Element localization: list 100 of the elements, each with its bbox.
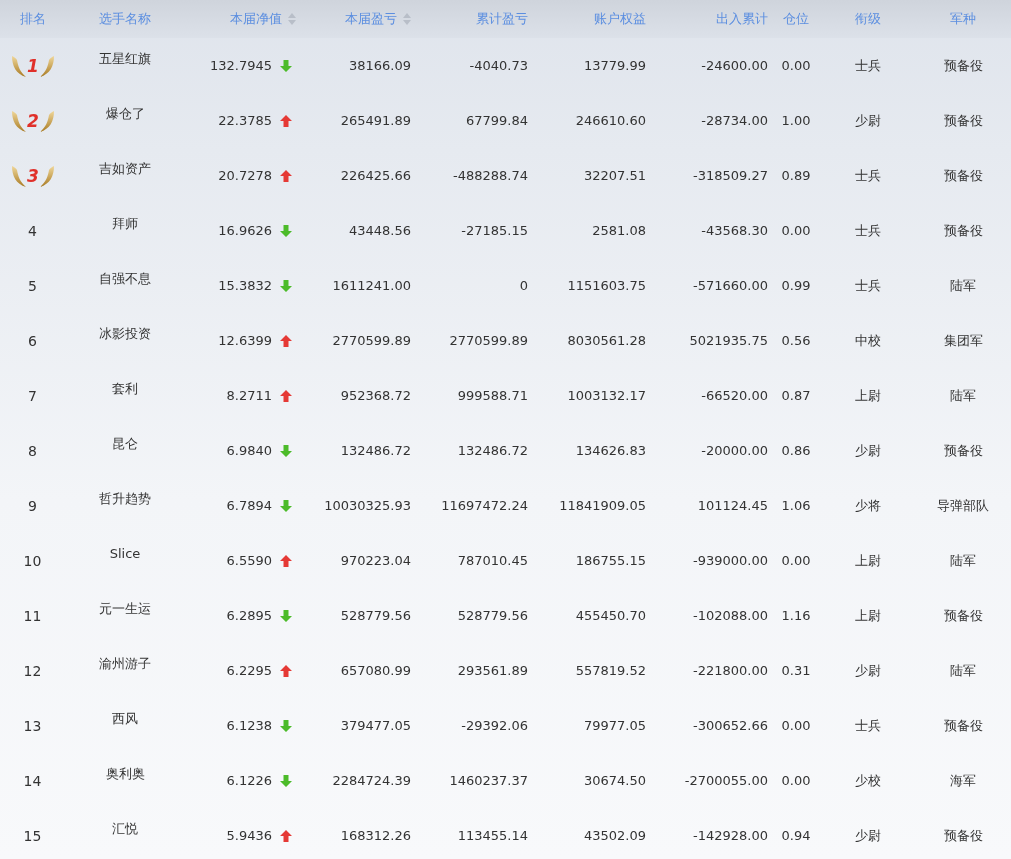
down-arrow-icon [280, 609, 292, 622]
sort-icon[interactable] [403, 13, 411, 25]
service-branch: 预备役 [943, 826, 983, 845]
cumulative-profit: -29392.06 [461, 718, 528, 733]
period-profit: 168312.26 [340, 828, 411, 843]
player-name[interactable]: 昆仑 [112, 434, 138, 453]
service-branch: 预备役 [943, 166, 983, 185]
net-value: 22.3785 [218, 113, 272, 128]
period-profit: 10030325.93 [324, 498, 411, 513]
cumulative-profit: -488288.74 [453, 168, 528, 183]
up-arrow-icon [280, 334, 292, 347]
rank-title: 少尉 [854, 661, 881, 680]
laurel-rank-badge: 1 [9, 51, 56, 80]
period-profit: 265491.89 [340, 113, 411, 128]
position-ratio: 0.00 [781, 773, 811, 788]
net-flow: -939000.00 [693, 553, 768, 568]
cumulative-profit: 132486.72 [457, 443, 528, 458]
laurel-rank-badge: 2 [9, 106, 56, 135]
service-branch: 预备役 [943, 716, 983, 735]
net-flow: 5021935.75 [689, 333, 768, 348]
account-equity: 1003132.17 [567, 388, 646, 403]
service-branch: 预备役 [943, 111, 983, 130]
rank-number: 6 [28, 332, 37, 349]
account-equity: 1151603.75 [567, 278, 646, 293]
cumulative-profit: -4040.73 [469, 58, 528, 73]
net-value: 15.3832 [218, 278, 272, 293]
account-equity: 11841909.05 [559, 498, 646, 513]
rank-title: 上尉 [854, 386, 881, 405]
player-name[interactable]: 哲升趋势 [99, 489, 151, 508]
player-name[interactable]: 汇悦 [112, 819, 138, 838]
account-equity: 43502.09 [583, 828, 646, 843]
rank-number: 5 [28, 277, 37, 294]
cumulative-profit: 67799.84 [465, 113, 528, 128]
period-profit: 970223.04 [340, 553, 411, 568]
service-branch: 集团军 [943, 331, 983, 350]
position-ratio: 0.56 [781, 333, 811, 348]
player-name[interactable]: 奥利奥 [105, 764, 145, 783]
player-name[interactable]: 自强不息 [99, 269, 151, 288]
player-name[interactable]: 西风 [112, 709, 138, 728]
cumulative-profit: 1460237.37 [449, 773, 528, 788]
position-ratio: 0.00 [781, 718, 811, 733]
account-equity: 246610.60 [575, 113, 646, 128]
player-name[interactable]: Slice [109, 546, 141, 561]
net-value: 20.7278 [218, 168, 272, 183]
net-value: 6.1226 [226, 773, 272, 788]
net-flow: -2700055.00 [684, 773, 768, 788]
rank-number: 7 [28, 387, 37, 404]
player-name[interactable]: 渝州游子 [99, 654, 151, 673]
cumulative-profit: 787010.45 [457, 553, 528, 568]
player-name[interactable]: 冰影投资 [99, 324, 151, 343]
net-flow: -102088.00 [693, 608, 768, 623]
player-name[interactable]: 套利 [112, 379, 138, 398]
net-flow: -142928.00 [693, 828, 768, 843]
rank-title: 士兵 [854, 166, 881, 185]
cumulative-profit: 293561.89 [457, 663, 528, 678]
period-profit: 2770599.89 [332, 333, 411, 348]
net-value: 16.9626 [218, 223, 272, 238]
period-profit: 226425.66 [340, 168, 411, 183]
rank-title: 少尉 [854, 111, 881, 130]
rank-title: 中校 [854, 331, 881, 350]
player-name[interactable]: 拜师 [112, 214, 138, 233]
position-ratio: 0.00 [781, 223, 811, 238]
up-arrow-icon [280, 389, 292, 402]
account-equity: 2581.08 [592, 223, 646, 238]
position-ratio: 0.86 [781, 443, 811, 458]
period-profit: 379477.05 [340, 718, 411, 733]
sort-icon[interactable] [288, 13, 296, 25]
period-profit: 38166.09 [348, 58, 411, 73]
up-arrow-icon [280, 664, 292, 677]
player-name[interactable]: 吉如资产 [99, 159, 151, 178]
service-branch: 陆军 [950, 386, 976, 405]
rank-number: 8 [28, 442, 37, 459]
net-value: 6.2295 [226, 663, 272, 678]
account-equity: 557819.52 [575, 663, 646, 678]
rank-number: 12 [23, 662, 42, 679]
player-name[interactable]: 爆仓了 [105, 104, 145, 123]
down-arrow-icon [280, 224, 292, 237]
position-ratio: 0.87 [781, 388, 811, 403]
cumulative-profit: 528779.56 [457, 608, 528, 623]
account-equity: 8030561.28 [567, 333, 646, 348]
net-flow: -24600.00 [701, 58, 768, 73]
period-profit: 952368.72 [340, 388, 411, 403]
position-ratio: 0.94 [781, 828, 811, 843]
player-name[interactable]: 元一生运 [99, 599, 151, 618]
down-arrow-icon [280, 444, 292, 457]
net-flow: -66520.00 [701, 388, 768, 403]
rank-title: 士兵 [854, 276, 881, 295]
cumulative-profit: 113455.14 [457, 828, 528, 843]
down-arrow-icon [280, 719, 292, 732]
rank-title: 少尉 [854, 826, 881, 845]
net-value: 12.6399 [218, 333, 272, 348]
cumulative-profit: -27185.15 [461, 223, 528, 238]
player-name[interactable]: 五星红旗 [99, 49, 151, 68]
net-value: 8.2711 [226, 388, 272, 403]
service-branch: 导弹部队 [937, 496, 989, 515]
cumulative-profit: 0 [519, 278, 528, 293]
position-ratio: 0.00 [781, 553, 811, 568]
net-value: 6.2895 [226, 608, 272, 623]
net-value: 6.5590 [226, 553, 272, 568]
position-ratio: 1.16 [781, 608, 811, 623]
